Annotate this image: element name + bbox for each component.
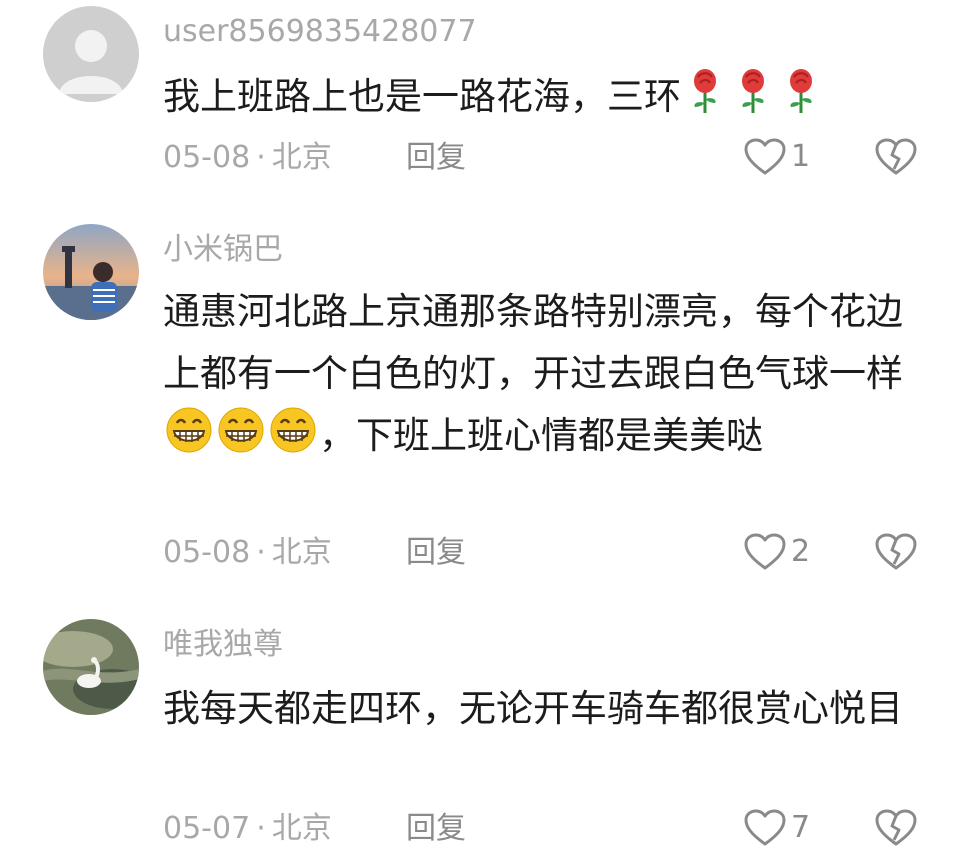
broken-heart-icon [875, 138, 917, 175]
username[interactable]: 唯我独尊 [163, 627, 283, 663]
comment-location: 北京 [271, 811, 332, 846]
rose-emoji [777, 67, 825, 134]
avatar[interactable] [43, 6, 139, 102]
dislike-button[interactable] [874, 808, 918, 848]
username[interactable]: user8569835428077 [163, 14, 477, 50]
comment-text-main: 通惠河北路上京通那条路特别漂亮，每个花边上都有一个白色的灯，开过去跟白色气球一样 [163, 290, 903, 395]
reply-button[interactable]: 回复 [406, 140, 466, 176]
comment-date: 05-07 [163, 811, 251, 846]
comment-text: 通惠河北路上京通那条路特别漂亮，每个花边上都有一个白色的灯，开过去跟白色气球一样… [163, 281, 933, 473]
comment-text-main: 我上班路上也是一路花海，三环 [163, 75, 681, 118]
comment-text: 我上班路上也是一路花海，三环 [163, 66, 933, 134]
comment-date: 05-08 [163, 140, 251, 175]
broken-heart-icon [875, 533, 917, 570]
dislike-button[interactable] [874, 137, 918, 177]
grinning-face-emoji [267, 406, 319, 473]
meta-separator: · [256, 535, 266, 570]
meta-separator: · [256, 140, 266, 175]
like-button[interactable]: 7 [743, 808, 810, 848]
like-button[interactable]: 1 [743, 137, 810, 177]
comment-meta: 05-08 · 北京 [163, 535, 332, 571]
rose-emoji [729, 67, 777, 134]
comment-location: 北京 [271, 535, 332, 570]
like-count: 7 [791, 810, 811, 845]
rose-emoji [681, 67, 729, 134]
heart-icon [744, 809, 786, 846]
like-count: 2 [791, 534, 811, 569]
comment-item: 小米锅巴 通惠河北路上京通那条路特别漂亮，每个花边上都有一个白色的灯，开过去跟白… [0, 200, 967, 600]
comment-text-main: 我每天都走四环，无论开车骑车都很赏心悦目 [163, 687, 903, 730]
comment-date: 05-08 [163, 535, 251, 570]
reply-button[interactable]: 回复 [406, 811, 466, 847]
meta-separator: · [256, 811, 266, 846]
comment-item: 唯我独尊 我每天都走四环，无论开车骑车都很赏心悦目 05-07 · 北京 回复 7 [0, 600, 967, 864]
heart-icon [744, 533, 786, 570]
like-count: 1 [791, 139, 811, 174]
avatar[interactable] [43, 619, 139, 715]
comment-text-tail: ，下班上班心情都是美美哒 [319, 414, 763, 457]
like-button[interactable]: 2 [743, 532, 810, 572]
comment-item: user8569835428077 我上班路上也是一路花海，三环 05-08 · 北… [0, 0, 967, 200]
reply-button[interactable]: 回复 [406, 535, 466, 571]
grinning-face-emoji [163, 406, 215, 473]
username[interactable]: 小米锅巴 [163, 232, 283, 268]
dislike-button[interactable] [874, 532, 918, 572]
comment-text: 我每天都走四环，无论开车骑车都很赏心悦目 [163, 678, 933, 740]
comment-meta: 05-07 · 北京 [163, 811, 332, 847]
comment-meta: 05-08 · 北京 [163, 140, 332, 176]
comment-location: 北京 [271, 140, 332, 175]
broken-heart-icon [875, 809, 917, 846]
heart-icon [744, 138, 786, 175]
avatar[interactable] [43, 224, 139, 320]
grinning-face-emoji [215, 406, 267, 473]
